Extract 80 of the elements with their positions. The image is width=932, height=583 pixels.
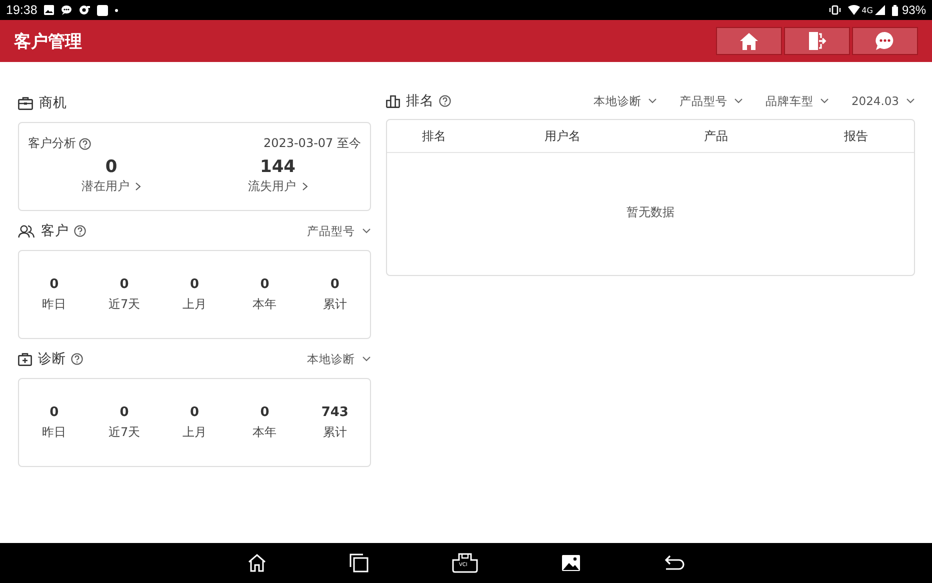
column-header: 产品 [704,128,728,144]
chevron-right-icon [302,182,308,191]
filter-dropdown[interactable]: 2024.03 [851,94,915,108]
stat-label: 累计 [322,296,347,312]
chevron-right-icon [135,182,142,191]
empty-message: 暂无数据 [626,204,674,220]
vibrate-icon [828,5,841,15]
exit-door-icon [807,31,827,51]
stat-label: 上月 [182,296,206,312]
more-notifications-icon [115,8,118,12]
stat-value: 0 [120,276,129,292]
product-model-dropdown[interactable]: 产品型号 [307,224,371,238]
bar-chart-icon [386,94,400,108]
chevron-down-icon [820,98,830,104]
recent-apps-icon[interactable] [349,553,369,573]
stat-label: 本年 [252,296,277,312]
section-title: 商机 [39,94,67,112]
stat-value: 0 [260,404,270,420]
stat-label: 上月 [182,424,206,440]
stat-label: 昨日 [42,296,66,312]
chevron-down-icon [362,356,371,362]
chevron-down-icon [362,228,371,234]
chevron-down-icon [648,98,658,104]
gallery-icon[interactable] [561,554,581,572]
stat-label: 累计 [322,424,347,440]
network-type: 4G [862,6,873,14]
chat-bubble-icon [875,31,895,51]
home-icon[interactable] [247,553,267,573]
signal-icon [874,5,885,15]
battery-icon [892,4,898,16]
stat-value: 0 [260,276,270,292]
back-icon[interactable] [663,554,685,572]
chevron-down-icon [906,98,915,104]
people-icon [18,224,35,238]
exit-button[interactable] [784,27,850,55]
filter-dropdown[interactable]: 品牌车型 [765,94,830,108]
message-button[interactable] [852,27,918,55]
stat-value: 0 [50,404,59,420]
help-icon[interactable] [71,353,83,365]
column-header: 用户名 [544,128,580,144]
stat-value: 0 [120,404,129,420]
chat-notification-icon [61,5,72,15]
chevron-down-icon [734,98,744,104]
column-header: 排名 [422,128,446,144]
help-icon[interactable] [74,225,86,237]
stat-link[interactable]: 流失用户 [248,178,308,195]
medical-kit-icon [18,352,32,366]
wifi-icon [848,5,860,15]
stat-value: 0 [105,157,118,177]
stat-value: 0 [190,276,200,292]
stat-label: 近7天 [108,296,140,312]
camera-notification-icon [79,5,90,15]
diagnosis-type-dropdown[interactable]: 本地诊断 [307,352,371,366]
card-title: 客户分析 [28,135,76,152]
section-title: 客户 [41,222,69,240]
battery-percent: 93% [902,3,926,17]
stat-value: 144 [260,157,296,177]
stat-value: 0 [50,276,59,292]
app-notification-icon [97,4,108,16]
help-icon[interactable] [439,95,451,107]
stat-label: 近7天 [108,424,140,440]
column-header: 报告 [844,128,868,144]
filter-dropdown[interactable]: 产品型号 [679,94,744,108]
help-icon[interactable] [79,138,91,150]
section-title: 诊断 [38,350,66,368]
stat-value: 0 [330,276,340,292]
stat-value: 743 [321,404,348,420]
stat-value: 0 [190,404,200,420]
section-title: 排名 [406,92,434,110]
filter-dropdown[interactable]: 本地诊断 [593,94,658,108]
stat-link[interactable]: 潜在用户 [81,178,142,195]
home-button[interactable] [716,27,782,55]
image-notification-icon [44,5,54,15]
briefcase-icon [18,96,33,110]
page-title: 客户管理 [14,30,82,52]
stat-label: 昨日 [42,424,66,440]
status-time: 19:38 [6,3,38,17]
stat-label: 本年 [252,424,277,440]
date-range: 2023-03-07 至今 [263,135,361,152]
home-icon [740,32,758,50]
